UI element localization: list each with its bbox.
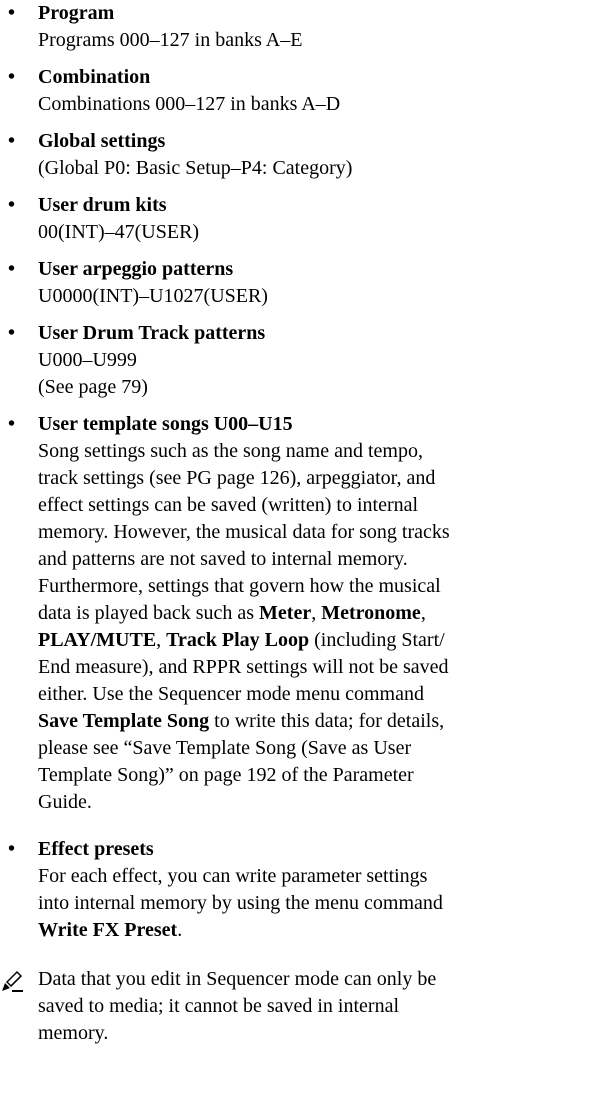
note-text: Data that you edit in Sequencer mode can… (38, 968, 437, 990)
paragraph-line: track settings (see PG page 126), arpegg… (38, 467, 436, 489)
paragraph-line: please see “Save Template Song (Save as … (38, 737, 412, 759)
text-run: , (420, 602, 426, 624)
track-play-loop-term: Track Play Loop (166, 629, 310, 651)
item-title: User template songs U00–U15 (38, 413, 293, 435)
bullet: • (8, 322, 16, 344)
item-title: User Drum Track patterns (38, 322, 266, 344)
paragraph-line: Furthermore, settings that govern how th… (38, 575, 441, 597)
paragraph-line: End measure), and RPPR settings will not… (38, 656, 449, 678)
text-run: data is played back such as (38, 602, 260, 624)
paragraph-line: and patterns are not saved to internal m… (38, 548, 408, 570)
text-run: (including Start/ (309, 629, 445, 651)
list-item-content: Effect presets For each effect, you can … (38, 836, 588, 944)
list-item-content: User template songs U00–U15 Song setting… (38, 411, 588, 816)
list-item-content: Program Programs 000–127 in banks A–E (38, 0, 588, 54)
bullet: • (8, 66, 16, 88)
list-item-content: User Drum Track patterns U000–U999 (See … (38, 320, 588, 401)
paragraph-line: PLAY/MUTE, Track Play Loop (including St… (38, 627, 588, 654)
item-title: User arpeggio patterns (38, 258, 234, 280)
paragraph-line: effect settings can be saved (written) t… (38, 494, 419, 516)
list-item-content: Combination Combinations 000–127 in bank… (38, 64, 588, 118)
paragraph-line: either. Use the Sequencer mode menu comm… (38, 683, 424, 705)
text-run: , (156, 629, 167, 651)
meter-term: Meter (259, 602, 312, 624)
item-text: 00(INT)–47(USER) (38, 221, 200, 243)
bullet: • (8, 258, 16, 280)
paragraph-line: Template Song)” on page 192 of the Param… (38, 764, 414, 786)
bullet: • (8, 2, 16, 24)
document-page: • Program Programs 000–127 in banks A–E … (0, 0, 590, 1095)
paragraph-line: Guide. (38, 791, 92, 813)
list-item-content: Global settings (Global P0: Basic Setup–… (38, 128, 588, 182)
item-text: U0000(INT)–U1027(USER) (38, 285, 268, 307)
paragraph-line: data is played back such as Meter, Metro… (38, 600, 588, 627)
text-run: , (311, 602, 322, 624)
play-mute-term: PLAY/MUTE (38, 629, 157, 651)
text-run: . (177, 919, 183, 941)
paragraph-line: For each effect, you can write parameter… (38, 865, 428, 887)
paragraph-line: Write FX Preset. (38, 917, 588, 944)
effect-presets-description: For each effect, you can write parameter… (38, 863, 588, 944)
item-text: Programs 000–127 in banks A–E (38, 29, 303, 51)
note-text: saved to media; it cannot be saved in in… (38, 995, 399, 1017)
write-fx-preset-term: Write FX Preset (38, 919, 178, 941)
paragraph-line: into internal memory by using the menu c… (38, 892, 443, 914)
paragraph-line: Save Template Song to write this data; f… (38, 708, 588, 735)
bullet: • (8, 194, 16, 216)
note-text: memory. (38, 1022, 109, 1044)
bullet: • (8, 838, 16, 860)
item-text: U000–U999 (38, 349, 137, 371)
paragraph-line: Song settings such as the song name and … (38, 440, 423, 462)
text-run: to write this data; for details, (209, 710, 445, 732)
bullet: • (8, 413, 16, 435)
list-item-content: User drum kits 00(INT)–47(USER) (38, 192, 588, 246)
item-title: Combination (38, 66, 151, 88)
list-item-content: User arpeggio patterns U0000(INT)–U1027(… (38, 256, 588, 310)
item-text: Combinations 000–127 in banks A–D (38, 93, 341, 115)
item-text: (Global P0: Basic Setup–P4: Category) (38, 157, 353, 179)
item-title: Program (38, 2, 115, 24)
metronome-term: Metronome (321, 602, 421, 624)
template-songs-description: Song settings such as the song name and … (38, 438, 588, 816)
item-title: Global settings (38, 130, 166, 152)
pencil-note-icon (2, 971, 23, 992)
paragraph-line: memory. However, the musical data for so… (38, 521, 450, 543)
item-text: (See page 79) (38, 376, 148, 398)
bullet: • (8, 130, 16, 152)
item-title: Effect presets (38, 838, 154, 860)
item-title: User drum kits (38, 194, 167, 216)
save-template-song-term: Save Template Song (38, 710, 210, 732)
